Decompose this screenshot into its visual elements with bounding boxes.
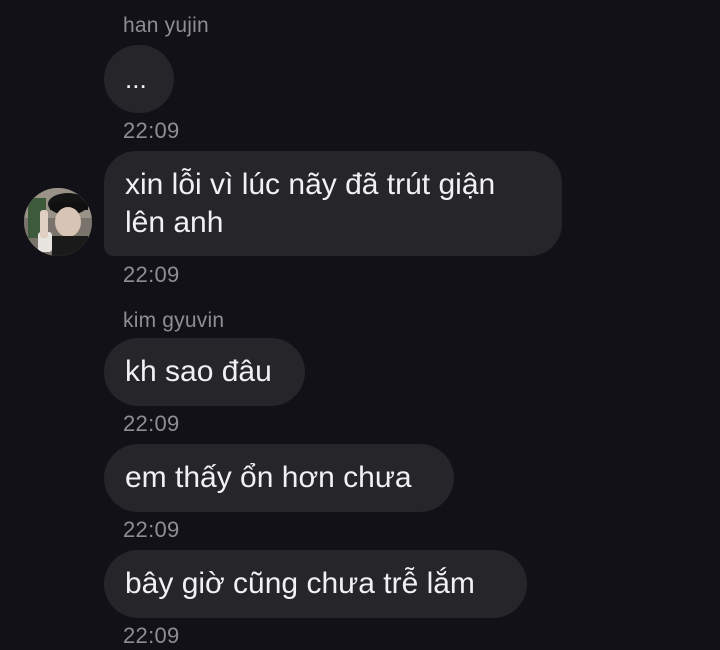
message-timestamp: 22:09 [123, 118, 180, 143]
message-bubble[interactable]: bây giờ cũng chưa trễ lắm [104, 550, 527, 618]
sender-name: han yujin [123, 14, 209, 37]
message-timestamp: 22:09 [123, 262, 180, 287]
message-bubble[interactable]: xin lỗi vì lúc nãy đã trút giận lên anh [104, 151, 562, 256]
message-timestamp: 22:09 [123, 623, 180, 648]
message-timestamp: 22:09 [123, 517, 180, 542]
sender-name: kim gyuvin [123, 309, 225, 332]
avatar[interactable] [24, 188, 92, 256]
message-bubble[interactable]: kh sao đâu [104, 338, 305, 406]
user-avatar-photo-icon [24, 188, 92, 256]
message-bubble[interactable]: ... [104, 45, 174, 113]
message-bubble[interactable]: em thấy ổn hơn chưa [104, 444, 454, 512]
message-timestamp: 22:09 [123, 411, 180, 436]
chat-thread: han yujin ... 22:09 xin lỗi vì lúc nãy đ… [0, 0, 720, 650]
